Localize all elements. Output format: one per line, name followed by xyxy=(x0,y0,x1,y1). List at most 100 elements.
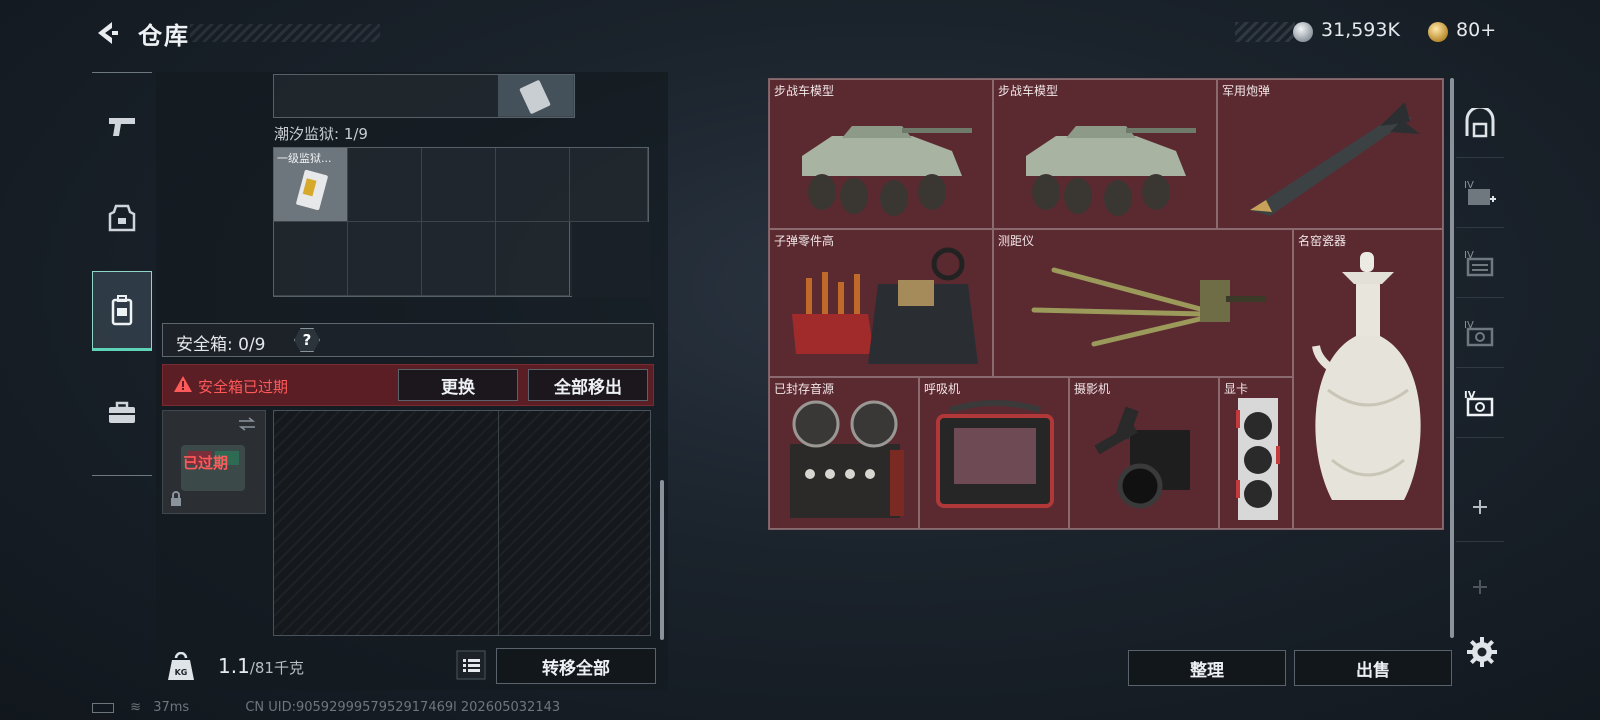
weight-display: 1.1/81千克 xyxy=(218,654,304,678)
currency-decoration xyxy=(1235,22,1295,42)
weight-icon: KG xyxy=(168,652,194,680)
ifv-model-icon xyxy=(802,126,972,216)
stash-camera-active-icon: IV xyxy=(1464,390,1494,416)
warning-icon xyxy=(174,376,192,392)
warehouse-icon xyxy=(1465,107,1495,137)
tab-stash-4-active[interactable]: IV xyxy=(1456,368,1504,438)
inventory-slot[interactable] xyxy=(570,148,648,222)
swap-icon[interactable] xyxy=(237,417,257,431)
weight-icon-text: KG xyxy=(175,668,188,677)
replace-button[interactable]: 更换 xyxy=(398,369,518,401)
ping-text: 37ms xyxy=(153,700,190,715)
backpack-icon xyxy=(111,295,133,326)
ammo-parts-icon xyxy=(792,247,978,364)
tab-stash-3[interactable]: IV xyxy=(1456,298,1504,368)
wifi-icon: ≋ xyxy=(130,700,142,715)
stash-tabs: IV IV IV IV xyxy=(1456,78,1504,638)
nav-item-weapons[interactable] xyxy=(92,87,152,167)
stash-item[interactable]: 显卡 xyxy=(1219,377,1293,529)
inventory-slot[interactable] xyxy=(274,222,348,296)
inventory-slot[interactable] xyxy=(422,222,496,296)
item-name: 摄影机 xyxy=(1074,382,1111,396)
inventory-slot[interactable] xyxy=(422,148,496,222)
nav-item-armor[interactable] xyxy=(92,179,152,259)
inventory-item-slot[interactable] xyxy=(498,75,574,117)
silver-currency-amount: 31,593K xyxy=(1321,19,1400,41)
back-button[interactable] xyxy=(90,16,124,50)
stash-item[interactable]: 名窑瓷器 xyxy=(1293,229,1443,529)
plus-disabled-icon xyxy=(1473,580,1487,594)
tape-recorder-icon xyxy=(790,400,904,518)
stash-scrollbar[interactable] xyxy=(1450,78,1454,638)
stash-item[interactable]: 步战车模型 xyxy=(769,79,993,229)
stash-item[interactable]: 呼吸机 xyxy=(919,377,1069,529)
gold-currency-amount[interactable]: 80+ xyxy=(1456,19,1496,41)
missile-icon xyxy=(1250,102,1420,216)
porcelain-vase-icon xyxy=(1312,252,1421,500)
list-view-button[interactable] xyxy=(456,650,486,680)
prison-keycard-icon xyxy=(296,169,328,211)
grid-divider xyxy=(498,411,499,635)
nav-item-backpack[interactable] xyxy=(92,271,152,351)
item-name: 显卡 xyxy=(1224,382,1249,396)
tab-stash-1[interactable]: IV xyxy=(1456,158,1504,228)
ifv-model-icon xyxy=(1026,126,1196,216)
gold-currency-value: 80 xyxy=(1456,19,1481,41)
inventory-scrollbar[interactable] xyxy=(660,480,664,640)
inventory-slot[interactable] xyxy=(496,222,570,296)
transfer-all-button[interactable]: 转移全部 xyxy=(496,648,656,684)
stash-item[interactable]: 军用炮弹 xyxy=(1217,79,1443,229)
card-item-icon xyxy=(519,80,551,114)
settings-button[interactable] xyxy=(1466,636,1498,668)
safebox-expired-message: 安全箱已过期 xyxy=(198,378,289,396)
tab-add-stash-disabled[interactable] xyxy=(1456,552,1504,622)
title-decoration xyxy=(190,24,380,42)
pistol-icon xyxy=(109,118,135,136)
gold-add-button[interactable]: + xyxy=(1480,19,1496,41)
gear-icon xyxy=(1467,637,1497,667)
category-nav xyxy=(92,72,152,476)
stash-grid: 步战车模型 步战车模型 军用炮弹 子弹零件高 测距仪 名窑瓷器 已封存音源 呼吸… xyxy=(768,78,1444,530)
item-name: 呼吸机 xyxy=(924,382,961,396)
nav-item-case[interactable] xyxy=(92,373,152,453)
weight-current: 1.1 xyxy=(218,654,250,678)
stash-item[interactable]: 已封存音源 xyxy=(769,377,919,529)
container-grid-top xyxy=(273,74,575,118)
stash-icon: IV xyxy=(1464,250,1494,276)
uid-text: CN UID:9059299957952917469l 202605032143 xyxy=(245,700,561,715)
safebox-expired-badge: 已过期 xyxy=(183,454,229,472)
tab-main-warehouse[interactable] xyxy=(1456,88,1504,158)
list-icon xyxy=(456,650,486,680)
safebox-grid xyxy=(273,410,651,636)
inventory-slot[interactable] xyxy=(348,148,422,222)
battery-icon xyxy=(92,702,114,713)
stash-item[interactable]: 子弹零件高 xyxy=(769,229,993,377)
silver-coin-icon xyxy=(1293,22,1313,42)
lock-icon xyxy=(171,491,181,506)
inventory-slot[interactable] xyxy=(496,148,570,222)
safebox-label: 安全箱: 0/9 xyxy=(176,335,266,355)
gold-coin-icon xyxy=(1428,22,1448,42)
graphics-card-icon xyxy=(1236,398,1280,520)
status-bar: ≋ 37ms CN UID:9059299957952917469l 20260… xyxy=(92,700,560,715)
inventory-item-slot[interactable]: 一级监狱... xyxy=(274,148,348,222)
plus-icon xyxy=(1473,499,1487,514)
sell-button[interactable]: 出售 xyxy=(1294,650,1452,686)
stash-item[interactable]: 摄影机 xyxy=(1069,377,1219,529)
sort-button[interactable]: 整理 xyxy=(1128,650,1286,686)
inventory-slot[interactable] xyxy=(348,222,422,296)
stash-item[interactable]: 测距仪 xyxy=(993,229,1293,377)
grid-blank-area xyxy=(572,222,650,298)
page-title: 仓库 xyxy=(138,22,190,50)
camera-icon xyxy=(1094,406,1190,509)
weight-max: /81千克 xyxy=(249,659,304,677)
item-name: 一级监狱... xyxy=(277,152,332,165)
tidal-prison-grid: 一级监狱... xyxy=(273,147,650,298)
stash-item[interactable]: 步战车模型 xyxy=(993,79,1217,229)
tab-stash-2[interactable]: IV xyxy=(1456,228,1504,298)
tab-add-stash[interactable] xyxy=(1456,472,1504,542)
remove-all-button[interactable]: 全部移出 xyxy=(528,369,648,401)
tidal-prison-label: 潮汐监狱: 1/9 xyxy=(274,125,368,143)
armor-icon xyxy=(108,204,136,232)
rangefinder-icon xyxy=(1031,267,1266,347)
